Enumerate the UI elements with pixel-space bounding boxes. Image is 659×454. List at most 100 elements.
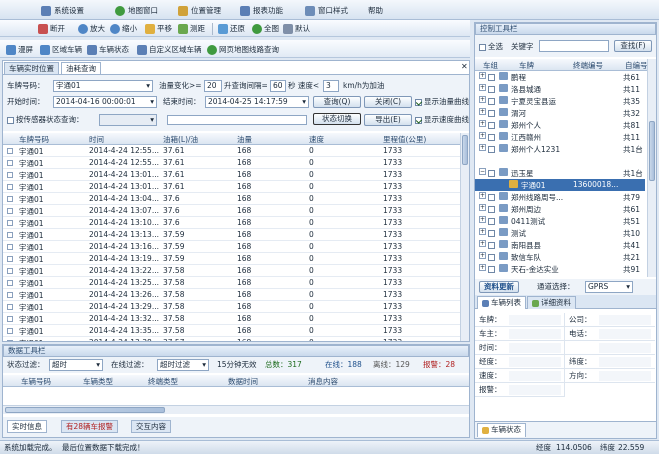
- select-all-checkbox[interactable]: 全选: [479, 42, 503, 52]
- expand-icon[interactable]: +: [479, 132, 486, 139]
- roam-button[interactable]: 漫屏: [6, 44, 33, 55]
- row-selector[interactable]: [7, 256, 13, 262]
- data-hscrollbar[interactable]: [3, 405, 469, 414]
- tree-item[interactable]: +0411测试 共51: [475, 215, 645, 227]
- menu-map-window[interactable]: 地图窗口: [115, 5, 158, 16]
- tab-realtime-info[interactable]: 实时信息: [7, 420, 47, 433]
- tab-oil-query[interactable]: 油耗查询: [61, 62, 101, 74]
- row-selector[interactable]: [7, 292, 13, 298]
- row-selector[interactable]: [7, 280, 13, 286]
- expand-icon[interactable]: +: [479, 192, 486, 199]
- start-time-input[interactable]: 2014-04-16 00:00:01 ▾: [53, 96, 157, 108]
- row-selector[interactable]: [7, 208, 13, 214]
- expand-icon[interactable]: +: [479, 204, 486, 211]
- menu-system-settings[interactable]: 系统设置: [41, 5, 84, 16]
- expand-icon[interactable]: +: [479, 120, 486, 127]
- expand-icon[interactable]: −: [479, 168, 486, 175]
- table-row[interactable]: 宇通01 2014-4-24 13:10... 37.6 168 0 1733: [3, 217, 460, 229]
- tree-item[interactable]: + 郑州个人 共81: [475, 119, 645, 131]
- grid-scrollbar[interactable]: [460, 133, 469, 341]
- vehicle-status-button[interactable]: 车辆状态: [87, 44, 129, 55]
- full-map-button[interactable]: 全图: [252, 23, 279, 34]
- expand-icon[interactable]: +: [479, 228, 486, 235]
- show-oil-curve-checkbox[interactable]: 显示油量曲线: [415, 97, 469, 107]
- expand-icon[interactable]: +: [479, 96, 486, 103]
- tree-item[interactable]: + 致信车队 共21: [475, 251, 645, 263]
- close-icon[interactable]: ✕: [461, 63, 469, 72]
- web-map-route-query-button[interactable]: 网页地图线路查询: [207, 44, 279, 55]
- row-selector[interactable]: [7, 328, 13, 334]
- group-checkbox[interactable]: [488, 134, 495, 141]
- table-row[interactable]: 宇通01 2014-4-24 13:16... 37.59 168 0 1733: [3, 241, 460, 253]
- tree-item[interactable]: + 宁夏灵宝县运 共35: [475, 95, 645, 107]
- table-row[interactable]: 宇通01 2014-4-24 13:22... 37.58 168 0 1733: [3, 265, 460, 277]
- group-checkbox[interactable]: [488, 218, 495, 225]
- group-checkbox[interactable]: [488, 206, 495, 213]
- tree-item[interactable]: + 测试 共10: [475, 227, 645, 239]
- tab-vehicle-list[interactable]: 车辆列表: [477, 296, 526, 309]
- group-checkbox[interactable]: [488, 242, 495, 249]
- tree-item[interactable]: + 鹏程 共61: [475, 71, 645, 83]
- by-sensor-checkbox[interactable]: 按传感器状态查询：: [7, 115, 84, 125]
- row-selector[interactable]: [7, 340, 13, 341]
- group-checkbox[interactable]: [488, 266, 495, 273]
- table-row[interactable]: 宇通01 2014-4-24 13:32... 37.58 168 0 1733: [3, 313, 460, 325]
- online-filter-select[interactable]: 超时过滤 ▾: [157, 359, 209, 371]
- tree-item[interactable]: + 郑州线路周号... 共79: [475, 191, 645, 203]
- tree-item[interactable]: 宇通01 13600018...: [475, 179, 645, 191]
- sensor-select[interactable]: ▾: [99, 114, 157, 126]
- table-row[interactable]: 宇通01 2014-4-24 13:38... 37.57 168 0 1733: [3, 337, 460, 341]
- expand-icon[interactable]: +: [479, 240, 486, 247]
- table-row[interactable]: 宇通01 2014-4-24 13:07... 37.6 168 0 1733: [3, 205, 460, 217]
- zoom-out-button[interactable]: 缩小: [110, 23, 137, 34]
- tab-interaction[interactable]: 交互内容: [131, 420, 171, 433]
- table-row[interactable]: 宇通01 2014-4-24 13:35... 37.58 168 0 1733: [3, 325, 460, 337]
- group-checkbox[interactable]: [488, 254, 495, 261]
- tree-item[interactable]: [475, 155, 645, 167]
- group-checkbox[interactable]: [488, 74, 495, 81]
- table-row[interactable]: 宇通01 2014-4-24 13:01... 37.61 168 0 1733: [3, 181, 460, 193]
- refresh-data-button[interactable]: 资料更新: [479, 281, 519, 293]
- group-checkbox[interactable]: [488, 110, 495, 117]
- tree-item[interactable]: − 迅玉星 共1台: [475, 167, 645, 179]
- row-selector[interactable]: [7, 196, 13, 202]
- row-selector[interactable]: [7, 172, 13, 178]
- table-row[interactable]: 宇通01 2014-4-24 12:55... 37.61 168 0 1733: [3, 145, 460, 157]
- state-filter-select[interactable]: 超时 ▾: [49, 359, 103, 371]
- table-row[interactable]: 宇通01 2014-4-24 12:55... 37.61 168 0 1733: [3, 157, 460, 169]
- row-selector[interactable]: [7, 232, 13, 238]
- tab-vehicle-status[interactable]: 车辆状态: [477, 423, 526, 437]
- end-time-input[interactable]: 2014-04-25 14:17:59 ▾: [205, 96, 309, 108]
- expand-icon[interactable]: +: [479, 72, 486, 79]
- pan-button[interactable]: 平移: [145, 23, 172, 34]
- table-row[interactable]: 宇通01 2014-4-24 13:25... 37.58 168 0 1733: [3, 277, 460, 289]
- zoom-in-button[interactable]: 放大: [78, 23, 105, 34]
- row-selector[interactable]: [7, 268, 13, 274]
- row-selector[interactable]: [7, 304, 13, 310]
- tree-item[interactable]: + 洛县城通 共11: [475, 83, 645, 95]
- row-selector[interactable]: [7, 148, 13, 154]
- close-button[interactable]: 关闭(C): [364, 96, 412, 108]
- speed-input[interactable]: 3: [323, 80, 339, 92]
- tree-item[interactable]: + 郑州周边 共61: [475, 203, 645, 215]
- expand-icon[interactable]: +: [479, 144, 486, 151]
- tree-item[interactable]: + 南阳县县 共41: [475, 239, 645, 251]
- group-checkbox[interactable]: [488, 230, 495, 237]
- channel-select[interactable]: GPRS ▾: [585, 281, 633, 293]
- menu-reports[interactable]: 报表功能: [240, 5, 283, 16]
- menu-window-style[interactable]: 窗口样式: [305, 5, 348, 16]
- tree-item[interactable]: + 江西赣州 共11: [475, 131, 645, 143]
- table-row[interactable]: 宇通01 2014-4-24 13:01... 37.61 168 0 1733: [3, 169, 460, 181]
- group-checkbox[interactable]: [488, 98, 495, 105]
- expand-icon[interactable]: +: [479, 84, 486, 91]
- export-button[interactable]: 导出(E): [364, 114, 412, 126]
- tree-item[interactable]: + 天石-金达实业 共91: [475, 263, 645, 275]
- table-row[interactable]: 宇通01 2014-4-24 13:26... 37.58 168 0 1733: [3, 289, 460, 301]
- expand-icon[interactable]: +: [479, 264, 486, 271]
- table-row[interactable]: 宇通01 2014-4-24 13:19... 37.59 168 0 1733: [3, 253, 460, 265]
- table-row[interactable]: 宇通01 2014-4-24 13:04... 37.6 168 0 1733: [3, 193, 460, 205]
- switch-state-button[interactable]: 状态切换: [313, 113, 361, 125]
- tab-realtime-position[interactable]: 车辆实时位置: [4, 62, 59, 74]
- group-checkbox[interactable]: [488, 122, 495, 129]
- query-button[interactable]: 查询(Q): [313, 96, 361, 108]
